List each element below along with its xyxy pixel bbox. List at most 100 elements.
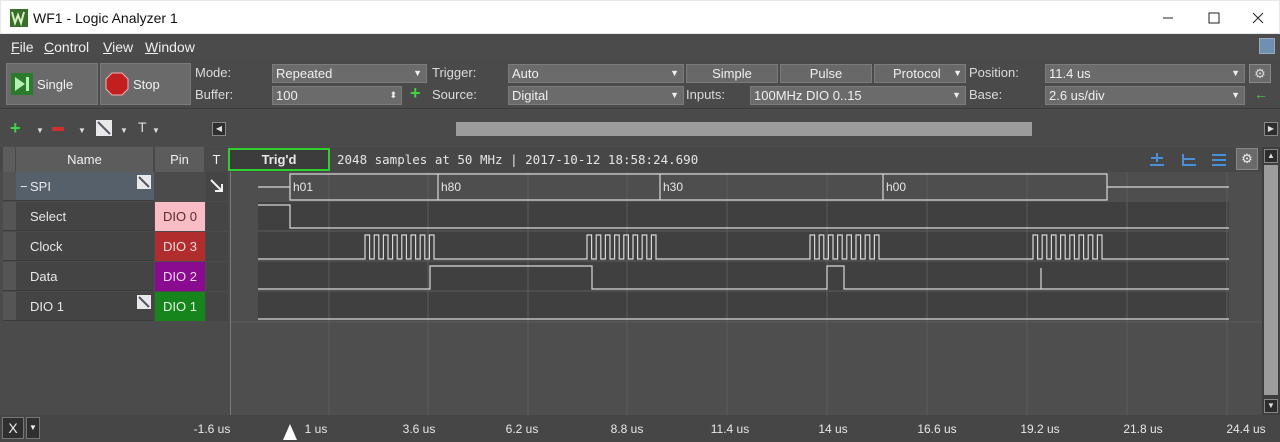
trigger-cell[interactable] [206,292,228,321]
stop-button[interactable]: Stop [100,63,191,105]
row-grip[interactable] [3,202,16,231]
trigger-cell[interactable] [206,172,228,201]
channel-pin-clock[interactable]: DIO 3 [155,232,205,261]
channel-header: Name Pin T Trig'd 2048 samples at 50 MHz… [0,147,1280,172]
trigger-cell[interactable] [206,202,228,231]
inputs-value: 100MHz DIO 0..15 [754,88,862,103]
align-bottom-icon[interactable] [1210,150,1228,168]
settings-gear-icon[interactable]: ⚙ [1236,148,1258,170]
time-axis: X ▼ -1.6 us 1 us 3.6 us 6.2 us 8.8 us 11.4 us… [0,415,1280,442]
trigger-cell[interactable] [206,262,228,291]
scroll-left-icon[interactable]: ◀ [212,122,226,136]
text-tool-button[interactable]: T [138,119,147,135]
menu-control[interactable]: Control [44,39,89,55]
chevron-down-icon: ▼ [670,68,679,78]
channel-name-spi[interactable]: − SPI [16,172,154,201]
minimize-button[interactable] [1145,1,1191,35]
trigger-status-badge: Trig'd [228,148,330,171]
spinner-icon[interactable]: ⬍ [389,87,397,104]
channel-row-spi[interactable]: − SPI [0,172,230,202]
vertical-scrollbar[interactable]: ▲ ▼ [1262,147,1280,415]
time-tick-label: -1.6 us [193,422,231,436]
row-grip[interactable] [3,232,16,261]
add-buffer-plus-icon[interactable]: + [410,83,421,104]
channel-pin-select[interactable]: DIO 0 [155,202,205,231]
row-grip[interactable] [3,292,16,321]
x-axis-button[interactable]: X [2,417,24,439]
time-tick-label: 6.2 us [505,422,539,436]
pulse-trigger-button[interactable]: Pulse [780,64,872,83]
position-settings-gear-icon[interactable]: ⚙ [1249,64,1271,83]
mode-value: Repeated [276,66,333,81]
maximize-button[interactable] [1191,1,1237,35]
single-button[interactable]: Single [6,63,98,105]
time-tick-label: 8.8 us [610,422,644,436]
collapse-minus-icon[interactable]: − [20,172,28,201]
channel-name-data[interactable]: Data [16,262,154,291]
chevron-down-icon: ▼ [1231,68,1240,78]
remove-channel-minus-icon[interactable] [52,127,64,131]
chevron-down-icon[interactable]: ▼ [36,126,44,135]
chevron-down-icon[interactable]: ▼ [78,126,86,135]
row-grip[interactable] [3,172,16,201]
align-middle-icon[interactable] [1180,150,1198,168]
protocol-trigger-button[interactable]: Protocol ▼ [874,64,966,83]
waveform-plot[interactable]: h01 h80 h30 h00 [228,172,1262,415]
base-select[interactable]: 2.6 us/div ▼ [1045,86,1245,105]
time-tick-label: 14 us [818,422,848,436]
chevron-down-icon[interactable]: ▼ [26,417,40,439]
menu-file[interactable]: File [11,39,34,55]
simple-trigger-button[interactable]: Simple [686,64,778,83]
main-toolbar: Single Stop Mode: Repeated ▼ Buffer: 100… [0,59,1280,109]
channel-name-dio1[interactable]: DIO 1 [16,292,154,321]
t-column-header[interactable]: T [206,147,228,172]
time-tick-label: 1 us [304,422,328,436]
chevron-down-icon[interactable]: ▼ [120,126,128,135]
maximize-icon [1208,12,1220,24]
trigger-select[interactable]: Auto ▼ [508,64,684,83]
time-tick-label: 19.2 us [1020,422,1060,436]
mode-select[interactable]: Repeated ▼ [272,64,427,83]
inputs-select[interactable]: 100MHz DIO 0..15 ▼ [750,86,966,105]
channel-name-clock[interactable]: Clock [16,232,154,261]
waveform-canvas[interactable]: h01 h80 h30 h00 [228,172,1262,415]
channel-label: SPI [30,179,51,194]
trigger-position-marker-icon[interactable] [282,423,298,441]
channel-row-clock[interactable]: Clock DIO 3 [0,232,230,262]
channel-row-dio1[interactable]: DIO 1 DIO 1 [0,292,230,322]
vertical-scrollbar-thumb[interactable] [1264,165,1278,395]
edit-pencil-icon[interactable] [137,175,151,189]
channel-name-select[interactable]: Select [16,202,154,231]
pin-column-header[interactable]: Pin [155,147,205,172]
position-value: 11.4 us [1049,66,1091,81]
channel-pin-dio1[interactable]: DIO 1 [155,292,205,321]
edit-pencil-icon[interactable] [137,295,151,309]
close-button[interactable] [1235,1,1280,35]
chevron-down-icon: ▼ [952,90,961,100]
menu-window[interactable]: Window [145,39,195,55]
channel-list: − SPI Select DIO 0 Clock DIO 3 Data DIO … [0,172,230,415]
horizontal-scrollbar-thumb[interactable] [456,122,1032,136]
scroll-up-icon[interactable]: ▲ [1264,149,1278,163]
trigger-cell[interactable] [206,232,228,261]
menu-view[interactable]: View [103,39,133,55]
edit-pencil-icon[interactable] [96,120,112,136]
row-grip[interactable] [3,262,16,291]
name-column-header[interactable]: Name [16,147,154,172]
chevron-down-icon[interactable]: ▼ [152,126,160,135]
buffer-input[interactable]: 100 ⬍ [272,86,402,105]
channel-pin-data[interactable]: DIO 2 [155,262,205,291]
position-input[interactable]: 11.4 us ▼ [1045,64,1245,83]
channel-row-select[interactable]: Select DIO 0 [0,202,230,232]
scroll-right-icon[interactable]: ▶ [1264,122,1278,136]
source-select[interactable]: Digital ▼ [508,86,684,105]
channel-row-data[interactable]: Data DIO 2 [0,262,230,292]
restore-docked-icon[interactable] [1259,38,1275,54]
add-channel-plus-icon[interactable]: + [10,118,21,139]
align-top-icon[interactable] [1148,150,1166,168]
scroll-down-icon[interactable]: ▼ [1264,399,1278,413]
acquisition-info: 2048 samples at 50 MHz | 2017-10-12 18:5… [337,152,699,167]
time-tick-label: 11.4 us [710,422,750,436]
reset-arrow-left-icon[interactable]: ← [1254,86,1268,102]
window-title: WF1 - Logic Analyzer 1 [33,10,178,26]
